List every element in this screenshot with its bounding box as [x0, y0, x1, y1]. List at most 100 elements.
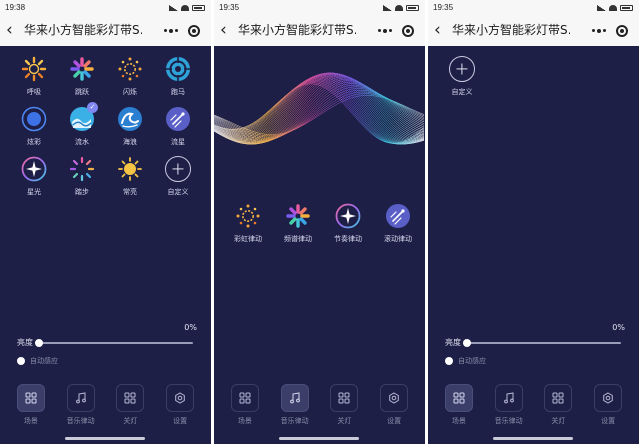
- back-arrow-icon[interactable]: ‹: [6, 20, 20, 40]
- tab-scenes[interactable]: 场景: [224, 384, 266, 430]
- mode-wave[interactable]: 海浪: [106, 106, 154, 147]
- more-icon[interactable]: [592, 27, 606, 35]
- phone-screen-scenes: 19:38 ‹ 华来小方智能彩灯带S… 呼吸 跳跃 闪烁 跑马 炫彩 ✓ 流水 …: [0, 0, 211, 444]
- tab-scenes[interactable]: 场景: [10, 384, 52, 430]
- tab-label: 关灯: [551, 417, 566, 425]
- auto-sense-toggle[interactable]: 自动感应: [17, 356, 58, 366]
- signal-icon: [169, 4, 178, 11]
- mode-starlight[interactable]: 星光: [10, 156, 58, 197]
- back-arrow-icon[interactable]: ‹: [220, 20, 234, 40]
- scroll-icon: [386, 204, 410, 228]
- signal-icon: [597, 4, 606, 11]
- gear-icon: [380, 384, 409, 412]
- mode-label: 星光: [27, 188, 41, 196]
- slider-thumb[interactable]: [35, 339, 43, 347]
- mini-program-capsule: [373, 21, 419, 41]
- wifi-icon: [609, 4, 617, 11]
- more-icon[interactable]: [378, 27, 392, 35]
- tab-lights-off[interactable]: 关灯: [109, 384, 151, 430]
- mode-custom[interactable]: 自定义: [154, 156, 202, 197]
- music-mode-spectrum[interactable]: 频谱律动: [284, 203, 312, 244]
- tab-settings[interactable]: 设置: [159, 384, 201, 430]
- signal-icon: [383, 4, 392, 11]
- phone-screen-music: 19:35 ‹ 华来小方智能彩灯带S… 彩虹律动 频谱律动 节奏律动 滚动律动 …: [214, 0, 425, 444]
- phone-screen-custom: 19:35 ‹ 华来小方智能彩灯带S… 自定义 0% 亮度 自动感应 场景 音乐…: [428, 0, 639, 444]
- header-bar: 19:38 ‹ 华来小方智能彩灯带S…: [0, 0, 211, 46]
- mode-step[interactable]: 踏步: [58, 156, 106, 197]
- dazzle-icon: [21, 106, 47, 132]
- tab-label: 设置: [601, 417, 616, 425]
- tab-music[interactable]: 音乐律动: [60, 384, 102, 430]
- step-icon: [69, 156, 95, 182]
- auto-sense-label: 自动感应: [458, 357, 486, 365]
- mode-grid: 自定义: [438, 56, 628, 97]
- gear-icon: [594, 384, 623, 412]
- close-target-icon[interactable]: [188, 25, 200, 37]
- tab-label: 音乐律动: [280, 417, 309, 425]
- close-target-icon[interactable]: [616, 25, 628, 37]
- sound-wave-visualizer: [214, 72, 425, 145]
- brightness-slider[interactable]: [463, 339, 621, 347]
- rainbow-icon: [236, 204, 260, 228]
- mode-breath[interactable]: 呼吸: [10, 56, 58, 97]
- tab-label: 关灯: [123, 417, 138, 425]
- close-target-icon[interactable]: [402, 25, 414, 37]
- music-mode-rhythm[interactable]: 节奏律动: [334, 203, 362, 244]
- tab-lights-off[interactable]: 关灯: [323, 384, 365, 430]
- selected-check-icon: ✓: [87, 102, 98, 113]
- brightness-percent: 0%: [184, 323, 197, 332]
- tab-label: 关灯: [337, 417, 352, 425]
- mode-flash[interactable]: 闪烁: [106, 56, 154, 97]
- mode-label: 节奏律动: [334, 235, 362, 243]
- tab-settings[interactable]: 设置: [373, 384, 415, 430]
- tab-settings[interactable]: 设置: [587, 384, 629, 430]
- back-arrow-icon[interactable]: ‹: [434, 20, 448, 40]
- grid-icon: [544, 384, 573, 412]
- mode-label: 滚动律动: [384, 235, 412, 243]
- page-title: 华来小方智能彩灯带S…: [452, 23, 570, 37]
- wave-line: [214, 78, 425, 145]
- mode-label: 常亮: [123, 188, 137, 196]
- brightness-label: 亮度: [17, 338, 33, 347]
- spectrum-icon: [286, 204, 310, 228]
- jump-icon: [70, 57, 94, 81]
- battery-icon: [406, 4, 419, 11]
- grid-icon: [444, 384, 473, 412]
- tab-lights-off[interactable]: 关灯: [537, 384, 579, 430]
- music-mode-rainbow[interactable]: 彩虹律动: [234, 203, 262, 244]
- tab-music[interactable]: 音乐律动: [274, 384, 316, 430]
- mode-label: 踏步: [75, 188, 89, 196]
- mode-label: 自定义: [451, 88, 473, 96]
- starlight-icon: [21, 156, 47, 182]
- battery-icon: [192, 4, 205, 11]
- breath-icon: [21, 56, 47, 82]
- mode-always-on[interactable]: 常亮: [106, 156, 154, 197]
- auto-sense-toggle[interactable]: 自动感应: [445, 356, 486, 366]
- mode-meteor[interactable]: 流星: [154, 106, 202, 147]
- wave-line: [214, 93, 425, 137]
- status-icons: [169, 4, 205, 11]
- mode-marquee[interactable]: 跑马: [154, 56, 202, 97]
- more-icon[interactable]: [164, 27, 178, 35]
- slider-thumb[interactable]: [463, 339, 471, 347]
- tab-scenes[interactable]: 场景: [438, 384, 480, 430]
- mode-dazzle[interactable]: 炫彩: [10, 106, 58, 147]
- mode-jump[interactable]: 跳跃: [58, 56, 106, 97]
- brightness-slider[interactable]: [35, 339, 193, 347]
- mode-label: 彩虹律动: [234, 235, 262, 243]
- mode-label: 闪烁: [123, 88, 137, 96]
- tab-label: 场景: [23, 417, 38, 425]
- tab-label: 设置: [387, 417, 402, 425]
- mode-custom[interactable]: 自定义: [438, 56, 486, 97]
- status-time: 19:35: [433, 3, 454, 12]
- tab-music[interactable]: 音乐律动: [488, 384, 530, 430]
- radio-icon[interactable]: [17, 357, 25, 365]
- mode-flow[interactable]: ✓ 流水: [58, 102, 106, 147]
- status-icons: [383, 4, 419, 11]
- page-title: 华来小方智能彩灯带S…: [238, 23, 356, 37]
- radio-icon[interactable]: [445, 357, 453, 365]
- wifi-icon: [181, 4, 189, 11]
- screenshot-collage: 19:38 ‹ 华来小方智能彩灯带S… 呼吸 跳跃 闪烁 跑马 炫彩 ✓ 流水 …: [0, 0, 640, 444]
- plus-icon: [449, 56, 475, 82]
- music-mode-scroll[interactable]: 滚动律动: [384, 203, 412, 244]
